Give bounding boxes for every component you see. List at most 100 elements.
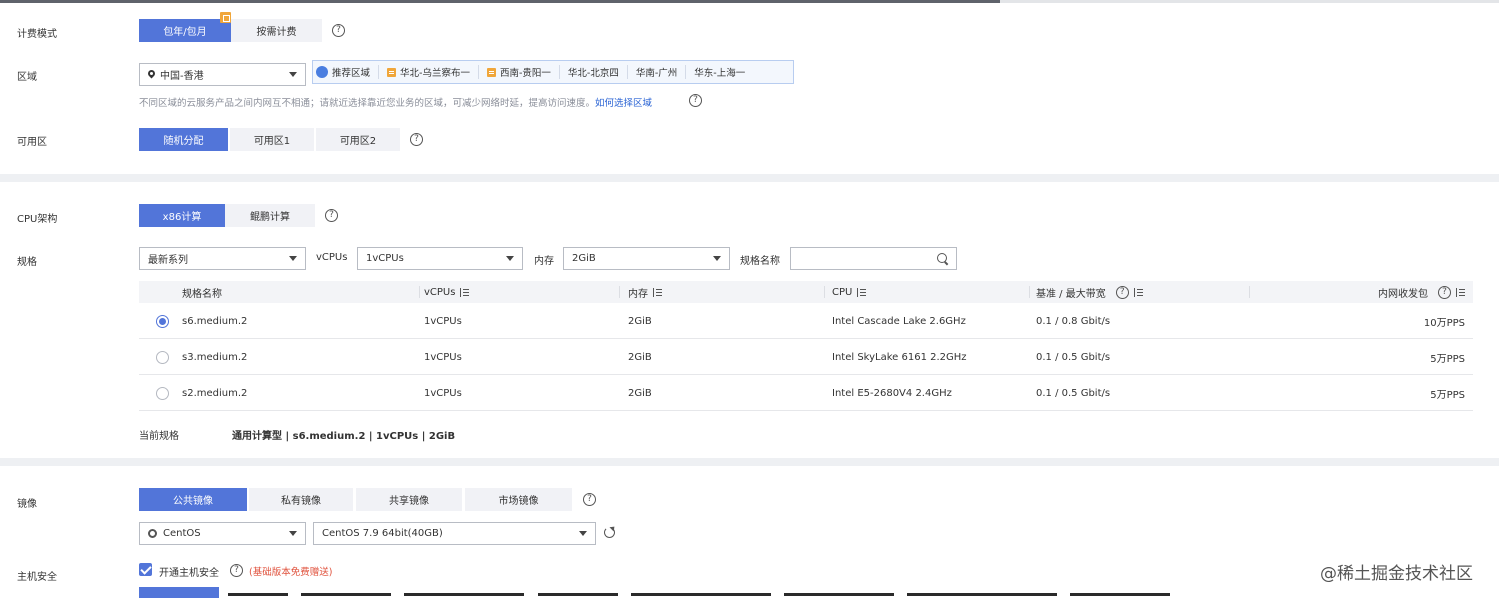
spec-table-header: 规格名称 vCPUs 内存 CPU 基准 / 最大带宽? 内网收发包? <box>139 281 1473 303</box>
host-security-checkbox[interactable] <box>139 563 152 576</box>
text-fragment <box>228 593 288 596</box>
chevron-down-icon <box>289 256 297 261</box>
billing-label: 计费模式 <box>17 29 57 40</box>
region-label: 区域 <box>17 72 37 83</box>
sort-icon[interactable] <box>1133 287 1143 297</box>
image-help-icon[interactable]: ? <box>583 493 596 506</box>
text-fragment <box>783 593 894 596</box>
region-option-guiyang[interactable]: 西南-贵阳一 <box>477 65 559 79</box>
table-row[interactable]: s6.medium.2 1vCPUs 2GiB Intel Cascade La… <box>139 303 1473 339</box>
cell-pps: 10万PPS <box>1423 317 1465 329</box>
cpu-arch-help-icon[interactable]: ? <box>325 209 338 222</box>
row-radio[interactable] <box>156 387 169 400</box>
region-option-guangzhou[interactable]: 华南-广州 <box>626 65 685 79</box>
region-option-label: 华北-北京四 <box>567 68 619 79</box>
vcpus-select[interactable]: 1vCPUs <box>357 247 523 270</box>
chevron-down-icon <box>713 256 721 261</box>
header-cpu[interactable]: CPU <box>832 281 867 303</box>
image-public-tab[interactable]: 公共镜像 <box>139 488 247 511</box>
partial-button[interactable] <box>139 587 219 598</box>
header-bandwidth-label: 基准 / 最大带宽 <box>1036 288 1106 300</box>
header-vcpus-label: vCPUs <box>424 286 456 298</box>
region-option-label: 华东-上海一 <box>694 68 746 79</box>
pps-help-icon[interactable]: ? <box>1438 285 1451 299</box>
az-help-icon[interactable]: ? <box>410 133 423 146</box>
host-security-checkbox-label[interactable]: 开通主机安全 <box>159 564 219 579</box>
cpu-x86-button[interactable]: x86计算 <box>139 204 225 227</box>
billing-help-icon[interactable]: ? <box>332 24 345 37</box>
header-vcpus[interactable]: vCPUs <box>424 281 470 303</box>
bandwidth-help-icon[interactable]: ? <box>1115 285 1129 299</box>
chevron-down-icon <box>579 531 587 536</box>
vcpus-select-value: 1vCPUs <box>366 253 404 264</box>
header-pps-label: 内网收发包 <box>1378 288 1428 300</box>
image-private-tab[interactable]: 私有镜像 <box>249 488 353 511</box>
search-icon[interactable] <box>937 253 948 264</box>
host-security-help-icon[interactable]: ? <box>230 564 243 577</box>
recommended-regions-bar: 推荐区域 华北-乌兰察布一 西南-贵阳一 华北-北京四 华南-广州 华东-上海一 <box>312 60 794 84</box>
header-divider <box>824 286 825 298</box>
region-hint-text: 不同区域的云服务产品之间内网互不相通；请就近选择靠近您业务的区域，可减少网络时延… <box>139 98 596 109</box>
region-select-value: 中国-香港 <box>160 71 204 82</box>
az-1-button[interactable]: 可用区1 <box>230 128 314 151</box>
region-option-beijing4[interactable]: 华北-北京四 <box>558 65 627 79</box>
memory-select[interactable]: 2GiB <box>563 247 730 270</box>
table-row[interactable]: s3.medium.2 1vCPUs 2GiB Intel SkyLake 61… <box>139 339 1473 375</box>
header-name: 规格名称 <box>182 281 222 303</box>
sort-icon[interactable] <box>460 287 470 297</box>
az-random-button[interactable]: 随机分配 <box>139 128 228 151</box>
header-bandwidth[interactable]: 基准 / 最大带宽? <box>1036 281 1143 303</box>
watermark: @稀土掘金技术社区 <box>1320 564 1473 584</box>
spec-table: 规格名称 vCPUs 内存 CPU 基准 / 最大带宽? 内网收发包? s6.m… <box>139 281 1473 411</box>
spec-label: 规格 <box>17 257 37 268</box>
region-option-wulanchabu[interactable]: 华北-乌兰察布一 <box>378 65 478 79</box>
cell-memory: 2GiB <box>628 315 652 327</box>
host-security-note: (基础版本免费赠送) <box>249 567 333 578</box>
cell-name: s2.medium.2 <box>182 387 248 399</box>
az-label: 可用区 <box>17 137 47 148</box>
region-select[interactable]: 中国-香港 <box>139 63 306 86</box>
sort-icon[interactable] <box>653 287 662 297</box>
az-2-button[interactable]: 可用区2 <box>316 128 400 151</box>
chevron-down-icon <box>506 256 514 261</box>
image-market-tab[interactable]: 市场镜像 <box>465 488 572 511</box>
spec-series-value: 最新系列 <box>148 255 188 266</box>
sort-icon[interactable] <box>857 287 867 297</box>
refresh-icon[interactable] <box>604 527 615 538</box>
row-radio[interactable] <box>156 315 169 328</box>
os-select[interactable]: CentOS <box>139 522 306 545</box>
region-hint: 不同区域的云服务产品之间内网互不相通；请就近选择靠近您业务的区域，可减少网络时延… <box>139 95 652 109</box>
os-version-value: CentOS 7.9 64bit(40GB) <box>322 528 443 539</box>
billing-on-demand-button[interactable]: 按需计费 <box>231 19 322 42</box>
chevron-down-icon <box>289 531 297 536</box>
how-to-choose-region-link[interactable]: 如何选择区域 <box>595 98 652 109</box>
location-pin-icon <box>148 70 155 79</box>
cell-bandwidth: 0.1 / 0.5 Gbit/s <box>1036 351 1111 363</box>
region-option-label: 西南-贵阳一 <box>499 68 551 79</box>
text-fragment <box>301 593 392 596</box>
row-radio[interactable] <box>156 351 169 364</box>
header-memory[interactable]: 内存 <box>628 281 662 303</box>
table-row[interactable]: s2.medium.2 1vCPUs 2GiB Intel E5-2680V4 … <box>139 375 1473 411</box>
cell-pps: 5万PPS <box>1430 353 1465 365</box>
spec-series-select[interactable]: 最新系列 <box>139 247 306 270</box>
os-version-select[interactable]: CentOS 7.9 64bit(40GB) <box>313 522 596 545</box>
cell-cpu: Intel E5-2680V4 2.4GHz <box>832 387 952 399</box>
cpu-arch-label: CPU架构 <box>17 214 58 225</box>
header-pps[interactable]: 内网收发包? <box>1378 281 1465 303</box>
billing-yearly-monthly-button[interactable]: 包年/包月 <box>139 19 231 42</box>
region-help-icon[interactable]: ? <box>689 94 702 107</box>
sort-icon[interactable] <box>1456 287 1465 297</box>
spec-name-search-input[interactable] <box>790 247 957 270</box>
current-spec-value: 通用计算型 | s6.medium.2 | 1vCPUs | 2GiB <box>232 431 456 442</box>
vcpus-filter-label: vCPUs <box>316 252 348 263</box>
region-option-shanghai1[interactable]: 华东-上海一 <box>685 65 753 79</box>
text-fragment <box>537 593 618 596</box>
cpu-kunpeng-button[interactable]: 鲲鹏计算 <box>225 204 315 227</box>
cell-pps: 5万PPS <box>1430 389 1465 401</box>
chevron-down-icon <box>289 72 297 77</box>
image-shared-tab[interactable]: 共享镜像 <box>356 488 462 511</box>
memory-select-value: 2GiB <box>572 253 596 264</box>
text-fragment <box>404 593 525 596</box>
os-select-value: CentOS <box>163 528 201 539</box>
